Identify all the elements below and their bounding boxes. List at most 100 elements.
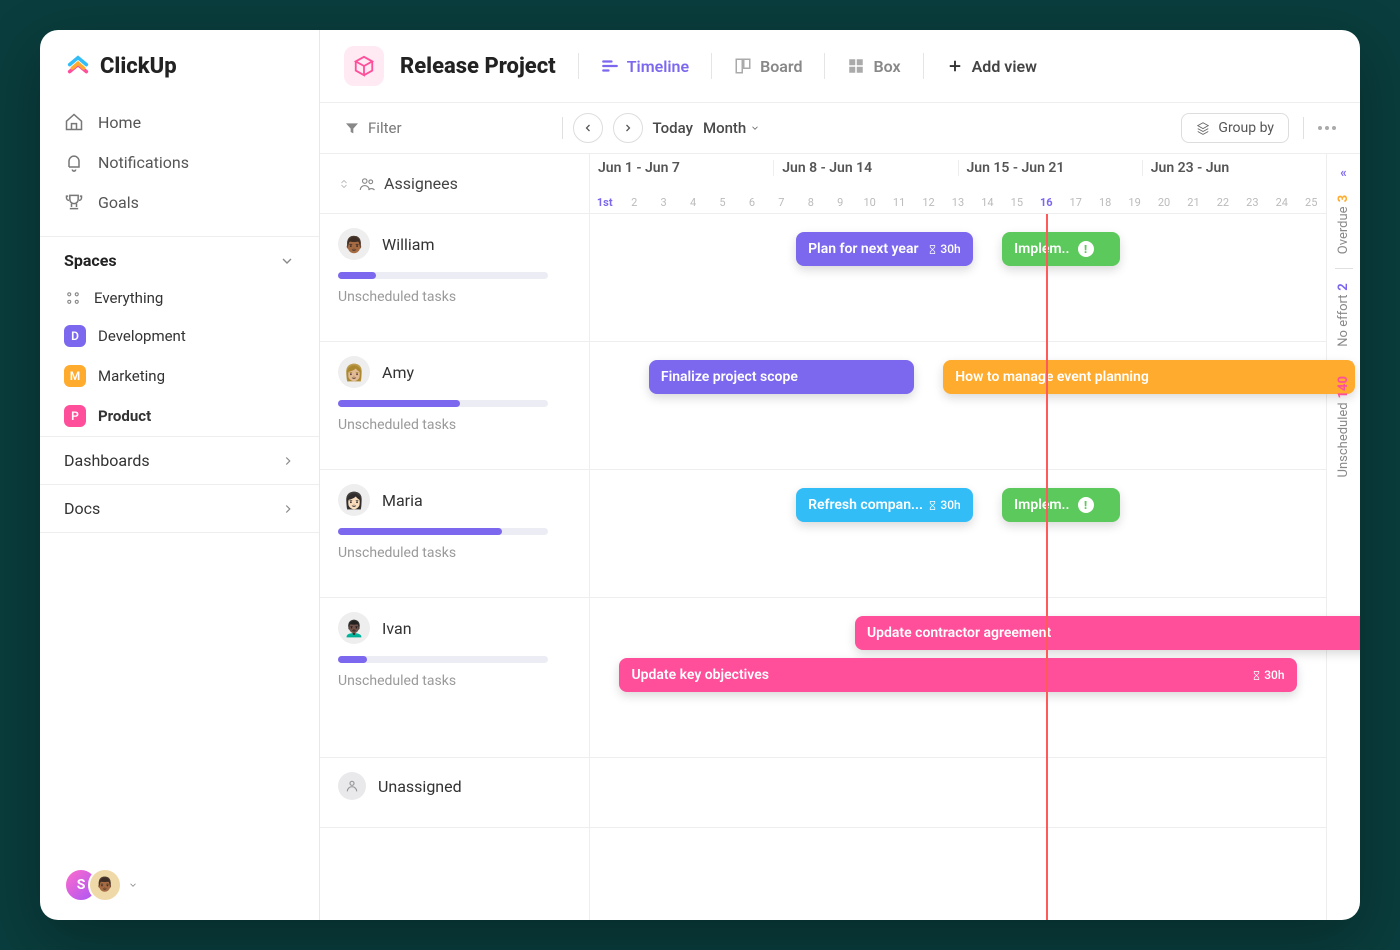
day-label: 12 [914,196,943,209]
task-bar[interactable]: Finalize project scope [649,360,914,394]
nav-home-label: Home [98,113,141,132]
warning-icon: ! [1078,241,1094,257]
day-label: 23 [1238,196,1267,209]
plus-icon [946,57,964,75]
progress-bar [338,528,548,535]
day-label: 10 [855,196,884,209]
overdue-tab[interactable]: Overdue 3 [1336,195,1351,254]
space-chip: M [64,365,86,387]
home-icon [64,112,84,132]
day-label: 16 [1032,196,1061,209]
logo[interactable]: ClickUp [40,30,319,98]
assignee-row[interactable]: 👩🏻 Maria Unscheduled tasks [320,470,589,598]
day-label: 7 [767,196,796,209]
space-product[interactable]: P Product [40,396,319,436]
project-icon[interactable] [344,46,384,86]
more-menu[interactable] [1318,126,1336,130]
day-label: 11 [884,196,913,209]
add-view-button[interactable]: Add view [946,57,1037,76]
space-chip: P [64,405,86,427]
unscheduled-link[interactable]: Unscheduled tasks [338,289,571,305]
unscheduled-tab[interactable]: Unscheduled 140 [1336,376,1351,477]
task-bar[interactable]: Refresh compan...30h [796,488,973,522]
box-icon [847,57,865,75]
add-view-label: Add view [972,57,1037,76]
tab-board-label: Board [760,57,802,76]
assignee-name: Maria [382,491,423,510]
task-hours: 30h [927,242,960,256]
tab-box[interactable]: Box [847,57,900,76]
task-bar[interactable]: Update contractor agreement [855,616,1360,650]
dashboards-section[interactable]: Dashboards [40,436,319,484]
task-bar[interactable]: Implem..! [1002,488,1120,522]
avatar: 👨🏾 [338,228,370,260]
space-everything[interactable]: Everything [40,280,319,316]
today-line [1046,214,1048,920]
prev-button[interactable] [573,113,603,143]
space-development[interactable]: D Development [40,316,319,356]
task-label: Update key objectives [631,667,769,683]
next-button[interactable] [613,113,643,143]
collapse-panel-button[interactable]: « [1340,166,1347,181]
assignee-row[interactable]: 👨🏾 William Unscheduled tasks [320,214,589,342]
day-label: 8 [796,196,825,209]
dashboards-label: Dashboards [64,451,150,470]
nav-notifications[interactable]: Notifications [40,142,319,182]
assignees-header[interactable]: Assignees [320,154,589,214]
assignee-row[interactable]: 👨🏿‍🦱Ivan Unscheduled tasks [320,598,589,758]
nav-home[interactable]: Home [40,102,319,142]
day-label: 4 [678,196,707,209]
chevron-right-icon [622,122,634,134]
task-bar[interactable]: Update key objectives 30h [619,658,1296,692]
task-label: Finalize project scope [661,369,798,385]
separator [578,53,579,79]
docs-section[interactable]: Docs [40,484,319,533]
unscheduled-link[interactable]: Unscheduled tasks [338,545,571,561]
task-hours: 30h [1251,668,1284,682]
no-effort-tab[interactable]: No effort 2 [1336,283,1351,347]
today-button[interactable]: Today [653,119,693,137]
day-label: 14 [973,196,1002,209]
assignee-row[interactable]: 👩🏼Amy Unscheduled tasks [320,342,589,470]
assignee-unassigned[interactable]: Unassigned [320,758,589,828]
day-label: 25 [1297,196,1326,209]
main: Release Project Timeline Board Box Add v… [320,30,1360,920]
space-label: Marketing [98,367,165,385]
user-avatars[interactable]: S 👨🏾 [40,850,319,920]
project-title: Release Project [400,54,556,79]
assignee-name: William [382,235,435,254]
group-by-button[interactable]: Group by [1181,113,1289,143]
range-dropdown[interactable]: Month [703,119,760,137]
unscheduled-link[interactable]: Unscheduled tasks [338,417,571,433]
task-bar[interactable]: Implem..! [1002,232,1120,266]
unscheduled-link[interactable]: Unscheduled tasks [338,673,571,689]
day-label: 2 [619,196,648,209]
grid-icon [64,289,82,307]
progress-bar [338,272,548,279]
avatar[interactable]: 👨🏾 [88,868,122,902]
assignees-column: Assignees 👨🏾William Unscheduled tasks👩🏼A… [320,154,590,920]
task-label: Refresh compan... [808,497,923,513]
chevron-down-icon [279,253,295,269]
filter-button[interactable]: Filter [344,119,402,137]
separator [923,53,924,79]
chevron-right-icon [281,502,295,516]
space-marketing[interactable]: M Marketing [40,356,319,396]
progress-bar [338,656,548,663]
spaces-header[interactable]: Spaces [40,236,319,280]
task-bar[interactable]: Plan for next year30h [796,232,973,266]
tab-timeline[interactable]: Timeline [601,57,689,76]
cube-icon [353,55,375,77]
assignees-header-label: Assignees [384,174,458,193]
day-label: 1st [590,196,619,209]
nav-goals[interactable]: Goals [40,182,319,222]
space-label: Development [98,327,186,345]
task-label: Implem.. [1014,497,1069,513]
gantt-area[interactable]: Plan for next year30h Implem..! Finalize p… [590,214,1326,920]
tab-board[interactable]: Board [734,57,802,76]
task-label: Update contractor agreement [867,625,1051,641]
toolbar: Filter Today Month Group by [320,103,1360,154]
avatar: 👩🏻 [338,484,370,516]
week-label: Jun 1 - Jun 7 [590,160,773,176]
task-bar[interactable]: How to manage event planning [943,360,1355,394]
